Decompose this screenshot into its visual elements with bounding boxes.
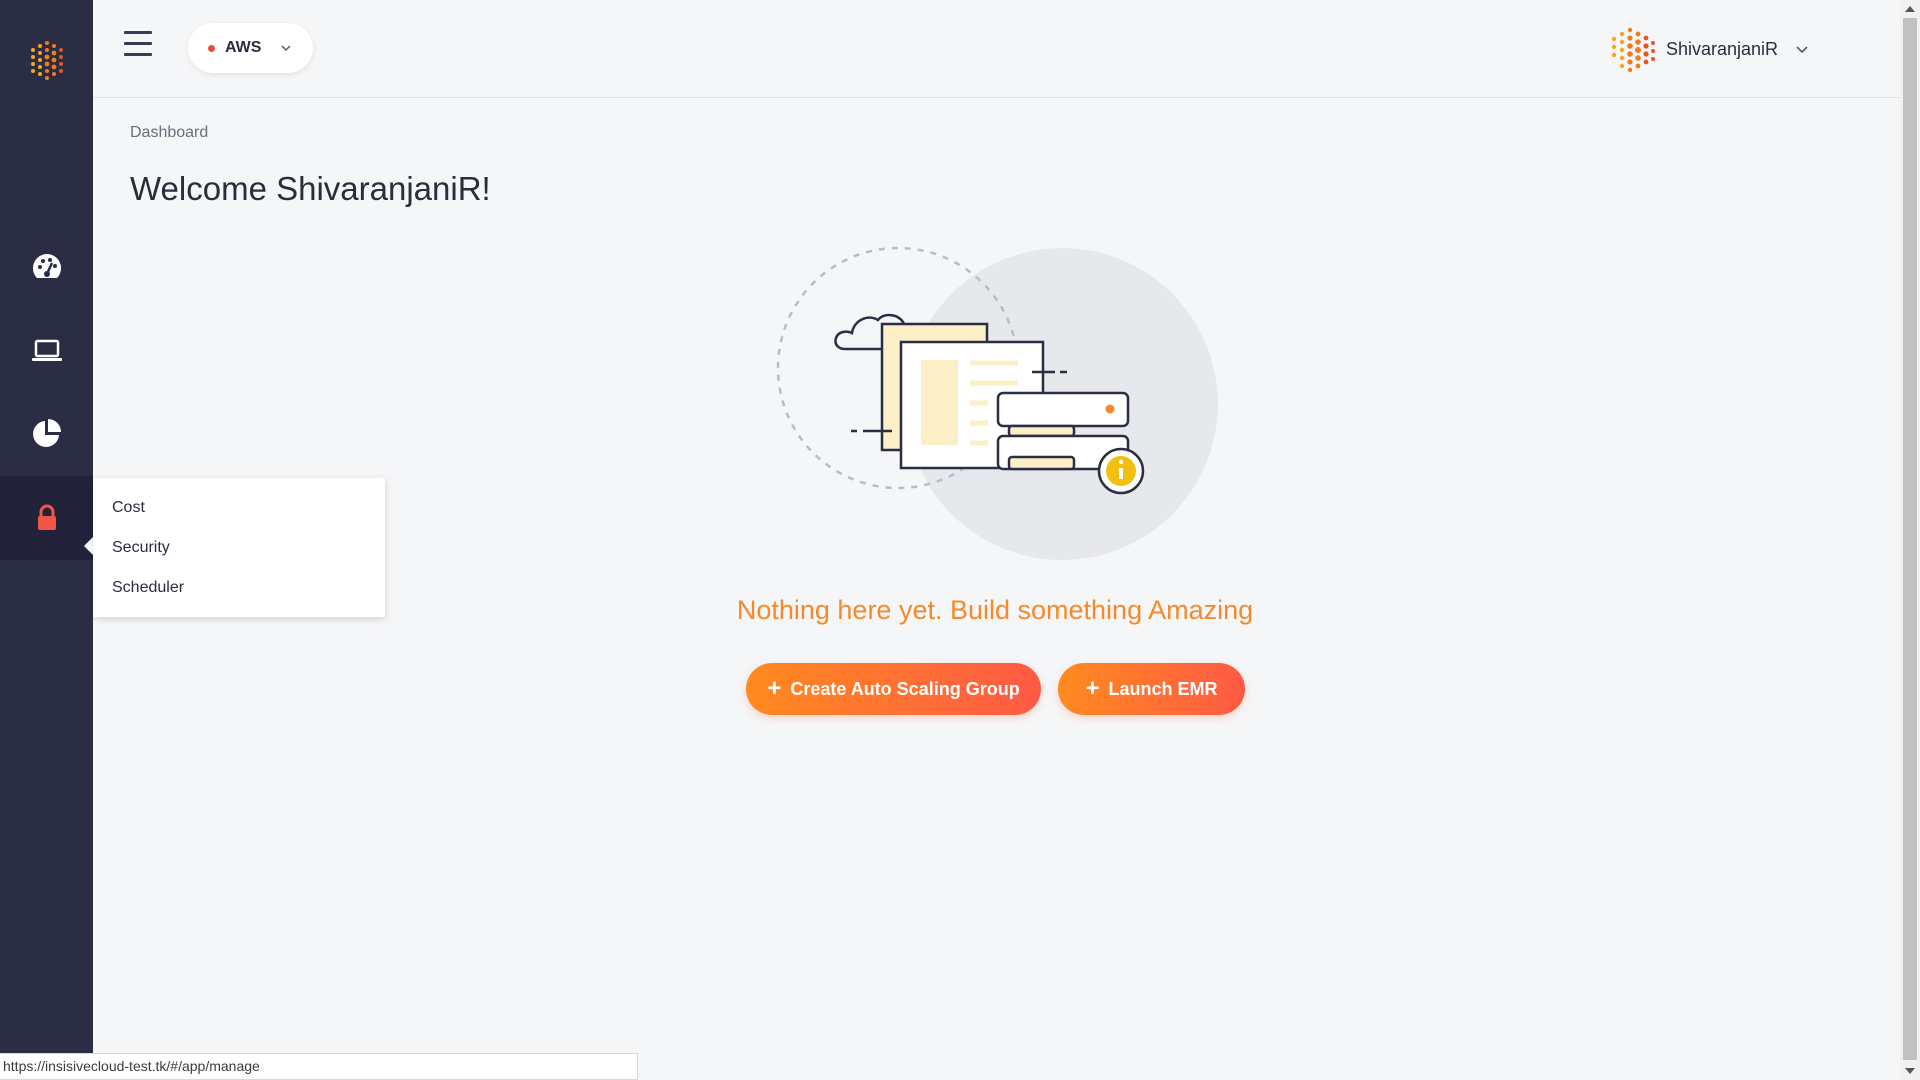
cloud-provider-select[interactable]: AWS	[188, 23, 313, 73]
chevron-down-icon	[1796, 46, 1808, 54]
sidebar-item-dashboard[interactable]	[0, 225, 93, 309]
lock-icon	[37, 504, 56, 530]
user-avatar-icon	[1611, 27, 1655, 73]
sidebar-item-manage[interactable]	[0, 476, 93, 560]
pie-chart-icon	[32, 419, 61, 447]
top-bar: AWS ShivaranjaniR	[93, 0, 1900, 98]
flyout-arrow	[84, 537, 93, 555]
sidebar-item-reports[interactable]	[0, 391, 93, 475]
launch-emr-label: Launch EMR	[1108, 678, 1218, 699]
menu-item-cost[interactable]: Cost	[93, 498, 385, 538]
menu-item-scheduler[interactable]: Scheduler	[93, 578, 385, 618]
create-auto-scaling-group-button[interactable]: + Create Auto Scaling Group	[746, 663, 1041, 715]
empty-state-illustration	[776, 246, 1218, 560]
laptop-icon	[31, 339, 62, 361]
status-dot	[208, 44, 215, 52]
app-logo-icon[interactable]	[25, 38, 69, 82]
status-bar-url: https://insisivecloud-test.tk/#/app/mana…	[0, 1053, 638, 1080]
hamburger-menu-icon[interactable]	[124, 31, 152, 59]
page-title: Welcome ShivaranjaniR!	[130, 170, 491, 207]
sidebar	[0, 0, 93, 1080]
cloud-provider-value: AWS	[225, 39, 262, 56]
user-name: ShivaranjaniR	[1665, 38, 1778, 59]
scrollbar-thumb[interactable]	[1903, 18, 1917, 1060]
user-menu[interactable]: ShivaranjaniR	[1608, 24, 1810, 74]
breadcrumb: Dashboard	[130, 124, 209, 141]
scroll-down-arrow-icon[interactable]	[1905, 1068, 1915, 1074]
dashboard-gauge-icon	[32, 254, 61, 278]
menu-item-security[interactable]: Security	[93, 538, 385, 578]
chevron-down-icon	[281, 45, 291, 52]
launch-emr-button[interactable]: + Launch EMR	[1058, 663, 1245, 715]
vertical-scrollbar[interactable]	[1900, 0, 1920, 1080]
manage-flyout-menu: Cost Security Scheduler	[93, 478, 385, 617]
scroll-up-arrow-icon[interactable]	[1905, 6, 1915, 12]
plus-icon: +	[767, 675, 782, 702]
create-auto-scaling-group-label: Create Auto Scaling Group	[790, 678, 1020, 699]
empty-state-message: Nothing here yet. Build something Amazin…	[736, 595, 1254, 625]
sidebar-item-compute[interactable]	[0, 308, 93, 392]
plus-icon: +	[1085, 675, 1100, 702]
